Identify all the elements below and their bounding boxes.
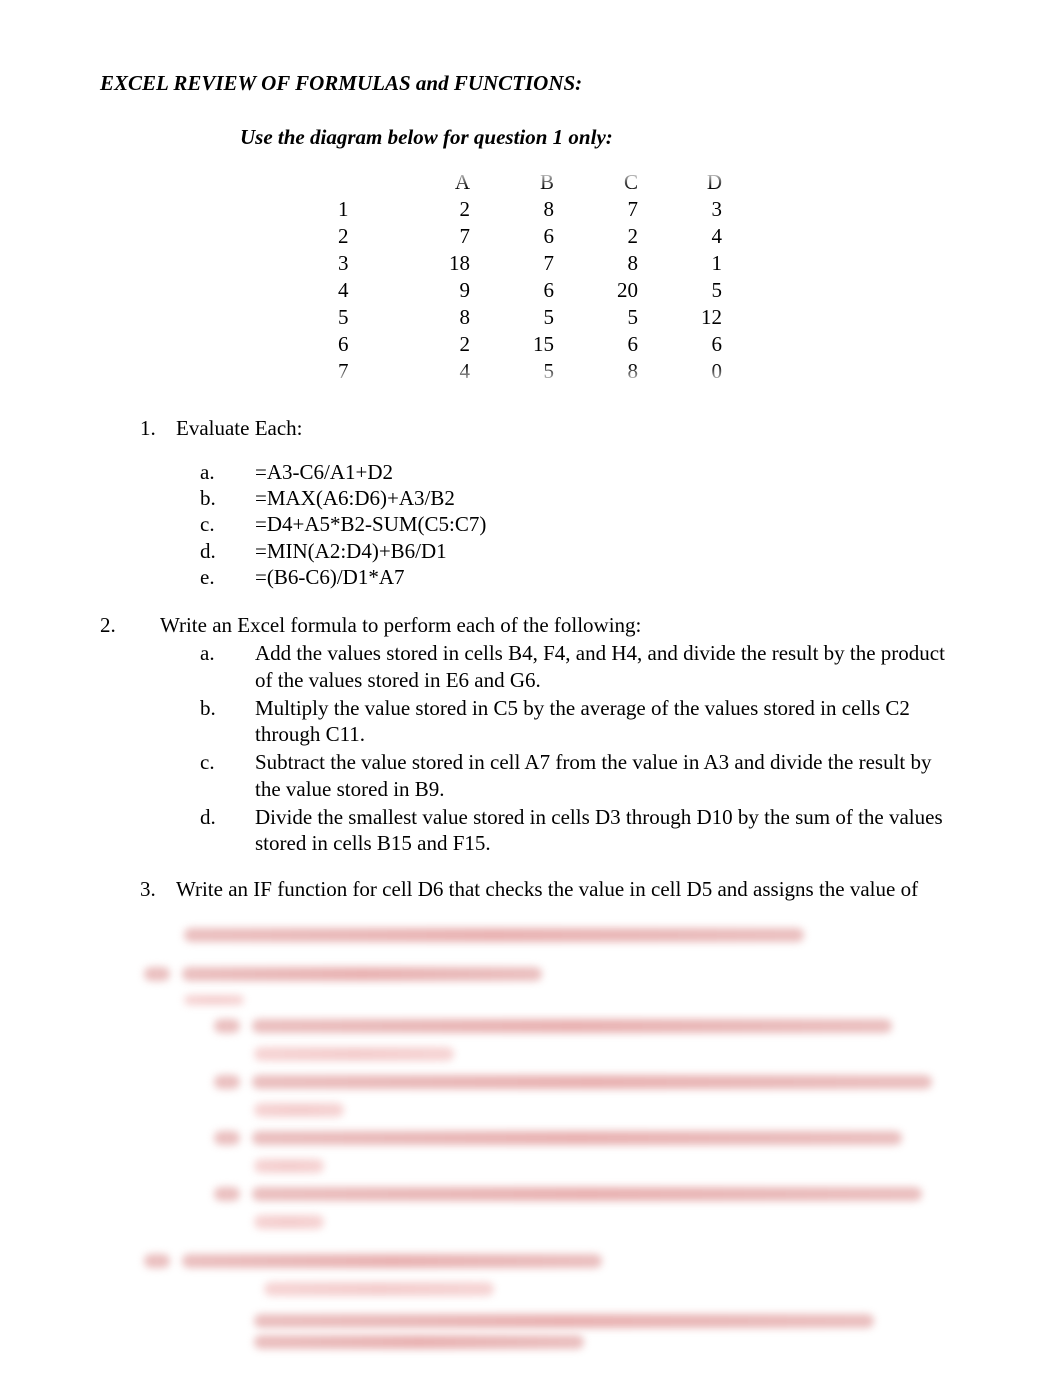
item-label: b. [200,485,255,511]
q2-head: Write an Excel formula to perform each o… [160,612,641,638]
q3-number: 3. [140,876,176,902]
col-header: D [656,169,740,196]
question-1: 1. Evaluate Each: a. =A3-C6/A1+D2 b. =MA… [100,415,962,591]
cell: 7 [488,250,572,277]
cell: 6 [572,331,656,358]
cell: 1 [656,250,740,277]
item-text: =MIN(A2:D4)+B6/D1 [255,538,447,564]
table-row: 4 9 6 20 5 [320,277,740,304]
row-header: 5 [320,304,404,331]
table-row: 2 7 6 2 4 [320,223,740,250]
table-row: A B C D [320,169,740,196]
cell: 2 [404,331,488,358]
cell: 8 [572,250,656,277]
table-row: 3 18 7 8 1 [320,250,740,277]
excel-grid: A B C D 1 2 8 7 3 2 7 6 2 4 3 18 7 8 1 4 [320,169,740,385]
row-header: 3 [320,250,404,277]
item-text: =MAX(A6:D6)+A3/B2 [255,485,455,511]
item-label: e. [200,564,255,590]
item-label: c. [200,749,255,802]
q1-head: Evaluate Each: [176,415,303,441]
row-header: 1 [320,196,404,223]
item-text: Multiply the value stored in C5 by the a… [255,695,962,748]
cell: 15 [488,331,572,358]
cell: 2 [572,223,656,250]
q3-text: Write an IF function for cell D6 that ch… [176,876,962,902]
cell: 6 [656,331,740,358]
row-header: 4 [320,277,404,304]
excel-table: A B C D 1 2 8 7 3 2 7 6 2 4 3 18 7 8 1 4 [320,169,740,385]
col-header: B [488,169,572,196]
cell: 6 [488,223,572,250]
grid-caption: Use the diagram below for question 1 onl… [240,124,962,150]
list-item: c. Subtract the value stored in cell A7 … [200,749,962,802]
cell: 2 [404,196,488,223]
item-label: a. [200,640,255,693]
list-item: d. Divide the smallest value stored in c… [200,804,962,857]
q2-number: 2. [100,612,160,638]
cell: 8 [404,304,488,331]
col-header: A [404,169,488,196]
list-item: a. =A3-C6/A1+D2 [200,459,962,485]
cell: 4 [656,223,740,250]
item-text: =D4+A5*B2-SUM(C5:C7) [255,511,486,537]
list-item: b. =MAX(A6:D6)+A3/B2 [200,485,962,511]
table-row: 1 2 8 7 3 [320,196,740,223]
row-header: 2 [320,223,404,250]
cell: 5 [488,358,572,385]
redacted-content [140,911,962,1377]
question-3: 3. Write an IF function for cell D6 that… [140,876,962,902]
table-row: 7 4 5 8 0 [320,358,740,385]
cell: 6 [488,277,572,304]
page-title: EXCEL REVIEW OF FORMULAS and FUNCTIONS: [100,70,962,96]
cell: 5 [488,304,572,331]
cell: 18 [404,250,488,277]
list-item: c. =D4+A5*B2-SUM(C5:C7) [200,511,962,537]
table-row: 5 8 5 5 12 [320,304,740,331]
cell: 5 [656,277,740,304]
question-2: 2. Write an Excel formula to perform eac… [100,612,962,856]
cell: 3 [656,196,740,223]
item-text: =A3-C6/A1+D2 [255,459,393,485]
item-label: c. [200,511,255,537]
item-label: d. [200,804,255,857]
row-header: 6 [320,331,404,358]
cell: 20 [572,277,656,304]
cell: 8 [488,196,572,223]
table-row: 6 2 15 6 6 [320,331,740,358]
cell: 5 [572,304,656,331]
item-label: d. [200,538,255,564]
list-item: e. =(B6-C6)/D1*A7 [200,564,962,590]
cell: 8 [572,358,656,385]
row-header: 7 [320,358,404,385]
item-label: a. [200,459,255,485]
list-item: a. Add the values stored in cells B4, F4… [200,640,962,693]
cell: 0 [656,358,740,385]
cell: 4 [404,358,488,385]
cell: 12 [656,304,740,331]
cell: 7 [404,223,488,250]
item-text: Add the values stored in cells B4, F4, a… [255,640,962,693]
col-header: C [572,169,656,196]
item-label: b. [200,695,255,748]
q1-number: 1. [140,415,176,441]
list-item: d. =MIN(A2:D4)+B6/D1 [200,538,962,564]
cell: 9 [404,277,488,304]
item-text: Subtract the value stored in cell A7 fro… [255,749,962,802]
cell: 7 [572,196,656,223]
item-text: =(B6-C6)/D1*A7 [255,564,405,590]
item-text: Divide the smallest value stored in cell… [255,804,962,857]
list-item: b. Multiply the value stored in C5 by th… [200,695,962,748]
